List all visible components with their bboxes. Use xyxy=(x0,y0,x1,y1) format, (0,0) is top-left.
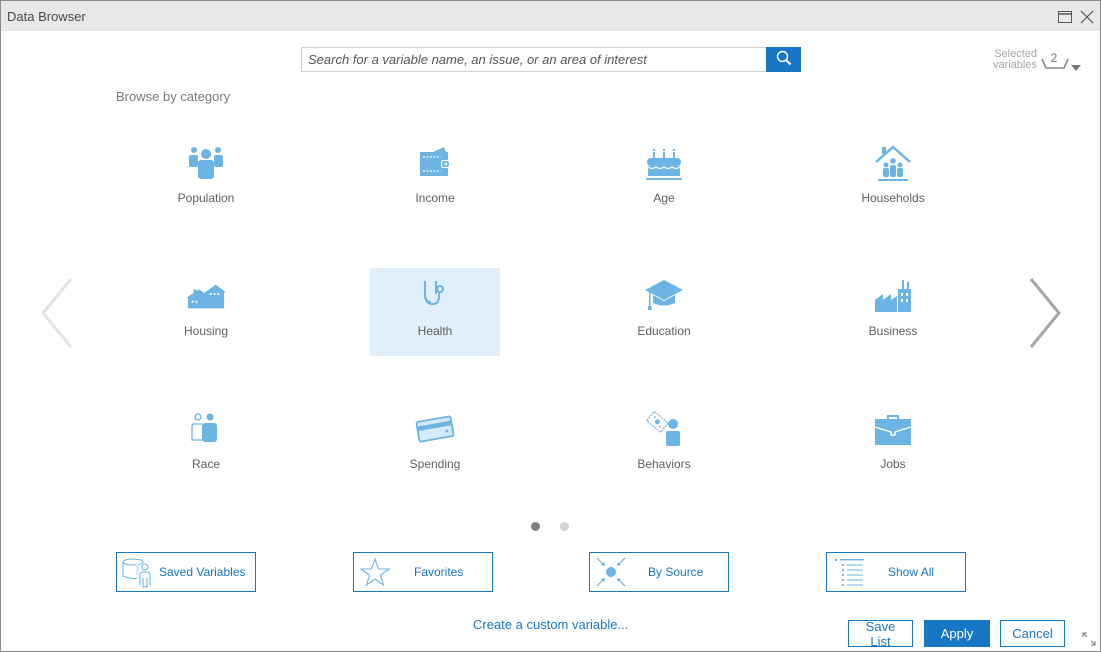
title-bar: Data Browser xyxy=(1,1,1100,31)
category-age[interactable]: Age xyxy=(599,135,729,223)
birthday-cake-icon xyxy=(644,143,684,183)
house-icon xyxy=(186,276,226,316)
category-label: Jobs xyxy=(880,457,906,471)
selected-variables-dropdown[interactable]: Selected variables 2 xyxy=(985,49,1085,75)
resize-icon[interactable] xyxy=(1081,631,1097,652)
saved-variables-icon xyxy=(121,556,155,588)
population-icon xyxy=(186,143,226,183)
source-icon xyxy=(594,556,628,588)
category-housing[interactable]: Housing xyxy=(141,268,271,356)
household-icon xyxy=(873,143,913,183)
category-label: Race xyxy=(191,457,220,471)
browse-by-category-label: Browse by category xyxy=(116,89,231,104)
category-label: Population xyxy=(177,191,235,205)
option-label: Show All xyxy=(888,565,935,579)
factory-icon xyxy=(873,276,913,316)
category-race[interactable]: Race xyxy=(141,401,271,489)
show-all-button[interactable]: Show All xyxy=(826,552,966,592)
briefcase-icon xyxy=(873,409,913,449)
behavior-icon xyxy=(644,409,684,449)
close-icon[interactable] xyxy=(1079,9,1095,25)
selected-count: 2 xyxy=(1050,51,1058,65)
category-behaviors[interactable]: Behaviors xyxy=(599,401,729,489)
category-label: Education xyxy=(637,324,691,338)
selected-variables-label: Selected variables xyxy=(992,48,1037,71)
category-population[interactable]: Population xyxy=(141,135,271,223)
search-input[interactable] xyxy=(301,47,766,72)
category-health[interactable]: Health xyxy=(370,268,500,356)
option-label: Saved Variables xyxy=(159,565,246,579)
create-custom-variable-link[interactable]: Create a custom variable... xyxy=(473,617,628,632)
page-dot-1-active[interactable] xyxy=(531,522,540,531)
apply-button[interactable]: Apply xyxy=(924,620,990,647)
favorites-button[interactable]: Favorites xyxy=(353,552,493,592)
people-icon xyxy=(186,409,226,449)
search-button[interactable] xyxy=(766,47,801,72)
option-label: Favorites xyxy=(414,565,464,579)
next-page-arrow[interactable] xyxy=(1027,277,1063,354)
option-label: By Source xyxy=(648,565,704,579)
by-source-button[interactable]: By Source xyxy=(589,552,729,592)
stethoscope-icon xyxy=(415,276,455,316)
maximize-icon[interactable] xyxy=(1057,9,1073,25)
cancel-button[interactable]: Cancel xyxy=(1000,620,1065,647)
graduation-cap-icon xyxy=(644,276,684,316)
saved-variables-button[interactable]: Saved Variables xyxy=(116,552,256,592)
page-dot-2[interactable] xyxy=(560,522,569,531)
category-label: Business xyxy=(868,324,918,338)
list-icon xyxy=(831,556,865,588)
save-list-button[interactable]: Save List xyxy=(848,619,913,649)
category-label: Income xyxy=(415,191,455,205)
search-bar xyxy=(301,47,801,72)
category-households[interactable]: Households xyxy=(828,135,958,223)
star-icon xyxy=(358,556,392,588)
previous-page-arrow[interactable] xyxy=(39,277,75,354)
window-title: Data Browser xyxy=(7,9,86,24)
chevron-down-icon xyxy=(1071,58,1081,76)
category-label: Spending xyxy=(409,457,461,471)
category-education[interactable]: Education xyxy=(599,268,729,356)
category-label: Age xyxy=(653,191,675,205)
category-spending[interactable]: Spending xyxy=(370,401,500,489)
category-business[interactable]: Business xyxy=(828,268,958,356)
wallet-icon xyxy=(415,143,455,183)
category-label: Housing xyxy=(183,324,229,338)
category-label: Households xyxy=(861,191,925,205)
category-label: Behaviors xyxy=(637,457,691,471)
credit-card-icon xyxy=(415,409,455,449)
category-income[interactable]: Income xyxy=(370,135,500,223)
search-icon xyxy=(775,49,793,70)
data-browser-window: Data Browser Selected variables 2 Browse… xyxy=(0,0,1101,652)
category-label: Health xyxy=(417,324,453,338)
category-jobs[interactable]: Jobs xyxy=(828,401,958,489)
